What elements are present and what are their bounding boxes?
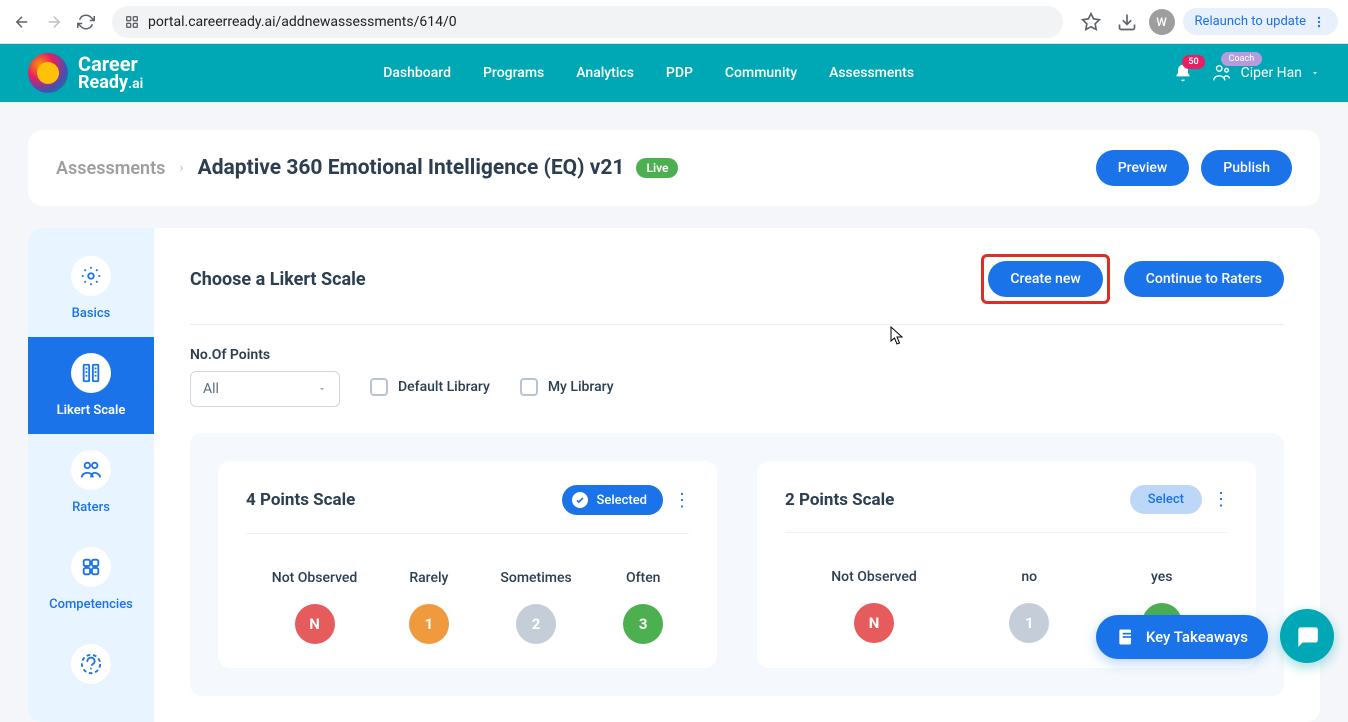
menu-dots-icon (1312, 15, 1326, 29)
app-header: Career Ready.ai Dashboard Programs Analy… (0, 44, 1348, 102)
nav-dashboard[interactable]: Dashboard (383, 65, 451, 81)
page-title: Adaptive 360 Emotional Intelligence (EQ)… (198, 156, 625, 180)
select-button[interactable]: Select (1130, 485, 1202, 514)
page-header: Assessments › Adaptive 360 Emotional Int… (28, 130, 1320, 206)
create-new-button[interactable]: Create new (988, 261, 1102, 297)
publish-button[interactable]: Publish (1201, 150, 1292, 186)
gear-icon (71, 256, 111, 296)
checkbox-icon (520, 378, 538, 396)
continue-to-raters-button[interactable]: Continue to Raters (1124, 261, 1284, 297)
reload-button[interactable] (74, 10, 98, 34)
highlighted-create-new: Create new (981, 254, 1109, 304)
points-filter-select[interactable]: All (190, 371, 340, 407)
chat-button[interactable] (1280, 609, 1334, 663)
point-circle: 3 (623, 604, 663, 644)
section-title: Choose a Likert Scale (190, 269, 366, 290)
point-circle: N (295, 604, 335, 644)
checkbox-icon (370, 378, 388, 396)
nav-assessments[interactable]: Assessments (829, 65, 914, 81)
notification-count: 50 (1182, 55, 1204, 69)
points-filter-label: No.Of Points (190, 347, 340, 363)
relaunch-button[interactable]: Relaunch to update (1183, 8, 1338, 35)
sidebar-item-more[interactable] (28, 628, 154, 710)
filter-row: No.Of Points All Default Library My Libr… (190, 347, 1284, 407)
scale-menu-button[interactable]: ⋮ (1212, 489, 1228, 510)
scale-card-title: 2 Points Scale (785, 490, 894, 510)
logo-icon (28, 53, 68, 93)
nav-pdp[interactable]: PDP (666, 65, 693, 81)
url-text: portal.careerready.ai/addnewassessments/… (148, 14, 457, 30)
address-bar[interactable]: portal.careerready.ai/addnewassessments/… (112, 6, 1063, 38)
sidebar: Basics Likert Scale Raters Competencies (28, 228, 154, 722)
point-circle: 1 (1009, 603, 1049, 643)
logo[interactable]: Career Ready.ai (28, 53, 143, 93)
preview-button[interactable]: Preview (1096, 150, 1190, 186)
forward-button[interactable] (42, 10, 66, 34)
relaunch-label: Relaunch to update (1195, 14, 1306, 29)
people-icon (71, 450, 111, 490)
points-filter-value: All (203, 381, 219, 397)
point-rarely: Rarely 1 (409, 570, 449, 644)
point-not-observed: Not Observed N (831, 569, 917, 643)
point-often: Often 3 (623, 570, 663, 644)
chat-icon (1294, 623, 1320, 649)
question-icon (71, 644, 111, 684)
notifications-button[interactable]: 50 (1173, 63, 1193, 83)
point-not-observed: Not Observed N (272, 570, 358, 644)
grid-icon (71, 547, 111, 587)
main-nav: Dashboard Programs Analytics PDP Communi… (383, 65, 914, 81)
download-icon[interactable] (1113, 8, 1141, 36)
scale-card-4-points: 4 Points Scale Selected ⋮ (218, 461, 717, 668)
user-name: Ciper Han (1241, 65, 1302, 81)
nav-community[interactable]: Community (725, 65, 797, 81)
sidebar-item-raters[interactable]: Raters (28, 434, 154, 531)
nav-analytics[interactable]: Analytics (576, 65, 634, 81)
point-sometimes: Sometimes 2 (500, 570, 571, 644)
profile-avatar[interactable]: W (1149, 9, 1175, 35)
user-menu[interactable]: Coach Ciper Han (1211, 62, 1320, 84)
my-library-checkbox[interactable]: My Library (520, 378, 614, 396)
point-circle: N (854, 603, 894, 643)
role-badge: Coach (1221, 52, 1263, 66)
status-badge: Live (636, 158, 678, 178)
back-button[interactable] (10, 10, 34, 34)
nav-programs[interactable]: Programs (483, 65, 544, 81)
scale-menu-button[interactable]: ⋮ (673, 490, 689, 511)
sidebar-item-likert-scale[interactable]: Likert Scale (28, 337, 154, 434)
bookmark-star-icon[interactable] (1077, 8, 1105, 36)
key-takeaways-button[interactable]: Key Takeaways (1096, 615, 1268, 659)
point-no: no 1 (1009, 569, 1049, 643)
breadcrumb-separator: › (179, 160, 183, 176)
chevron-down-icon (1310, 68, 1320, 78)
point-circle: 2 (516, 604, 556, 644)
browser-toolbar: portal.careerready.ai/addnewassessments/… (0, 0, 1348, 44)
note-icon (1116, 627, 1136, 647)
scale-card-title: 4 Points Scale (246, 490, 355, 510)
scale-icon (71, 353, 111, 393)
selected-button[interactable]: Selected (562, 485, 663, 515)
sidebar-item-basics[interactable]: Basics (28, 240, 154, 337)
point-circle: 1 (409, 604, 449, 644)
check-icon (572, 492, 588, 508)
sidebar-item-competencies[interactable]: Competencies (28, 531, 154, 628)
default-library-checkbox[interactable]: Default Library (370, 378, 490, 396)
site-settings-icon (124, 14, 140, 30)
breadcrumb-root[interactable]: Assessments (56, 158, 165, 179)
chevron-down-icon (317, 384, 327, 394)
logo-text: Career Ready.ai (78, 54, 143, 92)
